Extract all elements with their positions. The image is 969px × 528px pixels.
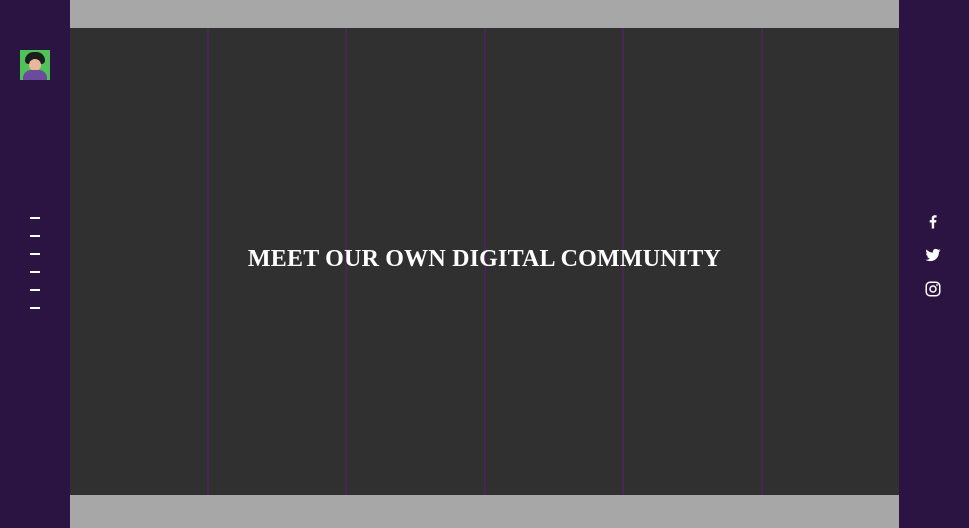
section-nav-item-6[interactable] <box>30 307 40 309</box>
twitter-icon <box>925 248 941 262</box>
section-nav-item-4[interactable] <box>30 271 40 273</box>
left-sidebar <box>0 0 70 528</box>
facebook-icon <box>929 215 937 229</box>
right-sidebar <box>899 0 969 528</box>
hero-headline: MEET OUR OWN DIGITAL COMMUNITY <box>247 246 722 272</box>
section-nav-item-3[interactable] <box>30 253 40 255</box>
user-avatar[interactable] <box>20 50 50 80</box>
avatar-shirt <box>23 70 47 80</box>
instagram-link[interactable] <box>923 279 943 299</box>
twitter-link[interactable] <box>923 245 943 265</box>
section-nav <box>30 217 40 325</box>
instagram-icon <box>925 281 941 297</box>
section-nav-item-5[interactable] <box>30 289 40 291</box>
facebook-link[interactable] <box>923 211 943 231</box>
section-nav-item-2[interactable] <box>30 235 40 237</box>
section-nav-item-1[interactable] <box>30 217 40 219</box>
main-stage: MEET OUR OWN DIGITAL COMMUNITY <box>70 0 899 528</box>
